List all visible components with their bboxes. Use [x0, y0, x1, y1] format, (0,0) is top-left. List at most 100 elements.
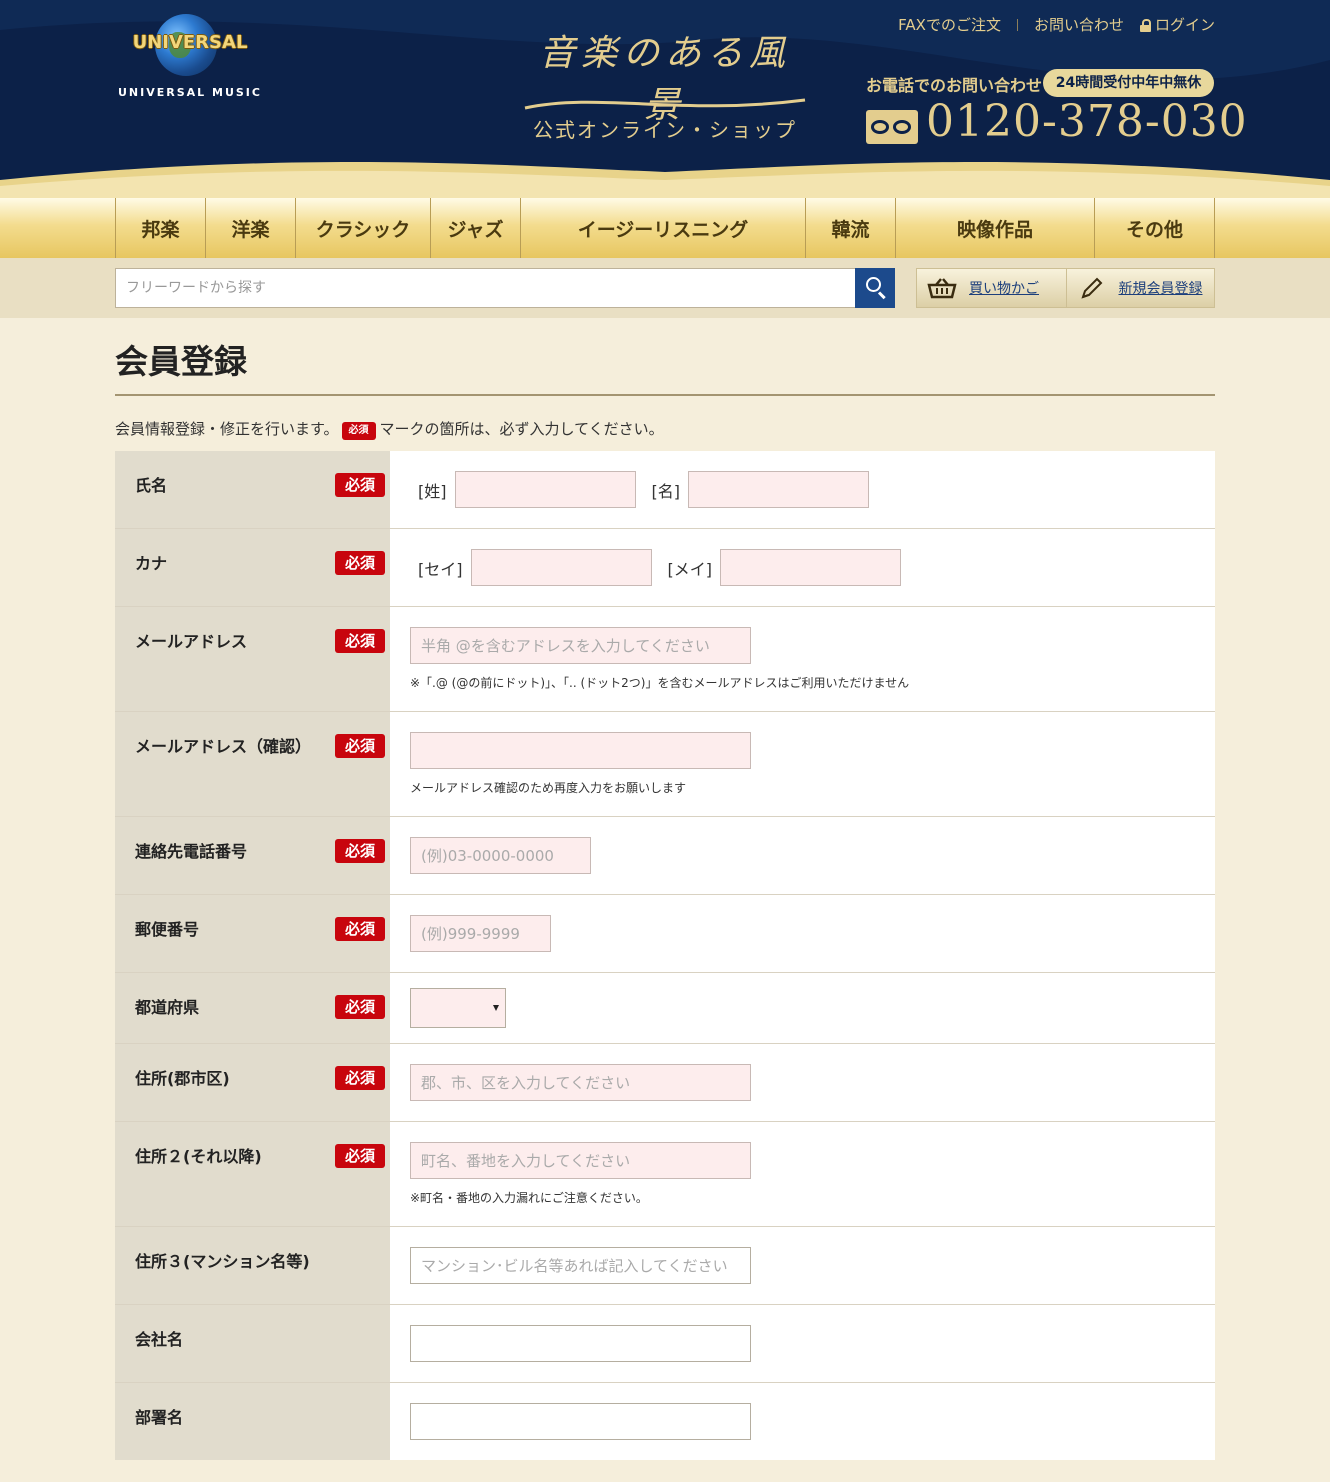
form-label: 住所(郡市区) 必須 — [115, 1044, 390, 1121]
intro-text-after: マークの箇所は、必ず入力してください。 — [379, 420, 664, 438]
required-badge: 必須 — [335, 995, 385, 1019]
company-label: 会社名 — [135, 1330, 184, 1349]
form-row-phone: 連絡先電話番号 必須 — [115, 817, 1215, 895]
form-row-address3: 住所３(マンション名等) — [115, 1227, 1215, 1305]
form-label: 住所２(それ以降) 必須 — [115, 1122, 390, 1226]
form-row-company: 会社名 — [115, 1305, 1215, 1383]
form-row-zip: 郵便番号 必須 — [115, 895, 1215, 973]
intro-text-before: 会員情報登録・修正を行います。 — [115, 420, 339, 438]
address1-label: 住所(郡市区) — [135, 1069, 230, 1088]
logo-wordmark: UNIVERSAL — [132, 32, 248, 53]
register-link[interactable]: 新規会員登録 — [1065, 269, 1215, 307]
form-field — [390, 895, 1215, 972]
form-label: 連絡先電話番号 必須 — [115, 817, 390, 894]
required-badge: 必須 — [335, 473, 385, 497]
form-row-name: 氏名 必須 [姓] [名] — [115, 451, 1215, 529]
form-field: メールアドレス確認のため再度入力をお願いします — [390, 712, 1215, 816]
phone-input[interactable] — [410, 837, 591, 874]
nav-item-classic[interactable]: クラシック — [296, 198, 431, 258]
address3-label: 住所３(マンション名等) — [135, 1252, 310, 1271]
login-label: ログイン — [1154, 16, 1215, 34]
required-badge: 必須 — [335, 1066, 385, 1090]
name-label: 氏名 — [135, 476, 168, 495]
form-label: 郵便番号 必須 — [115, 895, 390, 972]
link-divider — [1016, 18, 1018, 31]
form-label: 部署名 — [115, 1383, 390, 1460]
zip-label: 郵便番号 — [135, 920, 200, 939]
page-title: 会員登録 — [115, 342, 247, 381]
form-field — [390, 1305, 1215, 1382]
last-name-input[interactable] — [454, 471, 636, 508]
last-kana-bracket-label: [セイ] — [418, 559, 463, 579]
required-badge: 必須 — [335, 917, 385, 941]
form-row-address2: 住所２(それ以降) 必須 ※町名・番地の入力漏れにご注意ください。 — [115, 1122, 1215, 1227]
main-content: 会員登録 会員情報登録・修正を行います。 必須 マークの箇所は、必ず入力してください… — [115, 318, 1215, 1460]
intro-text: 会員情報登録・修正を行います。 必須 マークの箇所は、必ず入力してください。 — [115, 418, 1215, 448]
search-icon — [866, 277, 881, 292]
phone-label: 連絡先電話番号 — [135, 842, 248, 861]
shop-brand[interactable]: 音楽のある風景 公式オンライン・ショップ — [520, 24, 810, 154]
department-label: 部署名 — [135, 1408, 184, 1427]
search-input[interactable] — [115, 268, 856, 308]
form-field: ※町名・番地の入力漏れにご注意ください。 — [390, 1122, 1215, 1226]
form-field: ※「.@ (@の前にドット)」、「.. (ドット2つ)」を含むメールアドレスはご… — [390, 607, 1215, 711]
site-header: UNIVERSAL UNIVERSAL MUSIC 音楽のある風景 公式オンライ… — [0, 0, 1330, 200]
address3-input[interactable] — [410, 1247, 751, 1284]
phone-hours-badge: 24時間受付中年中無休 — [1043, 69, 1214, 97]
form-row-email: メールアドレス 必須 ※「.@ (@の前にドット)」、「.. (ドット2つ)」を含… — [115, 607, 1215, 712]
first-name-input[interactable] — [688, 471, 869, 508]
fax-order-link[interactable]: FAXでのご注文 — [898, 14, 1001, 35]
login-link[interactable]: ログイン — [1139, 14, 1215, 35]
company-input[interactable] — [410, 1325, 751, 1362]
email-hint: ※「.@ (@の前にドット)」、「.. (ドット2つ)」を含むメールアドレスはご… — [410, 676, 910, 690]
dropdown-arrow-icon — [493, 1005, 499, 1011]
prefecture-select[interactable] — [410, 988, 506, 1028]
nav-item-kanryu[interactable]: 韓流 — [806, 198, 896, 258]
form-row-prefecture: 都道府県 必須 — [115, 973, 1215, 1044]
form-row-email-confirm: メールアドレス（確認） 必須 メールアドレス確認のため再度入力をお願いします — [115, 712, 1215, 817]
address2-input[interactable] — [410, 1142, 751, 1179]
logo-subtext: UNIVERSAL MUSIC — [118, 86, 262, 99]
nav-item-yogaku[interactable]: 洋楽 — [206, 198, 296, 258]
nav-item-hogaku[interactable]: 邦楽 — [116, 198, 206, 258]
address2-label: 住所２(それ以降) — [135, 1147, 262, 1166]
department-input[interactable] — [410, 1403, 751, 1440]
prefecture-label: 都道府県 — [135, 998, 200, 1017]
form-row-kana: カナ 必須 [セイ] [メイ] — [115, 529, 1215, 607]
contact-link[interactable]: お問い合わせ — [1034, 14, 1124, 35]
last-kana-input[interactable] — [470, 549, 652, 586]
title-divider — [115, 394, 1215, 396]
nav-item-video[interactable]: 映像作品 — [896, 198, 1095, 258]
email-input[interactable] — [410, 627, 751, 664]
last-name-bracket-label: [姓] — [418, 481, 447, 501]
phone-number: 0120-378-030 — [926, 96, 1248, 147]
cart-link[interactable]: 買い物かご — [917, 269, 1066, 307]
top-links: FAXでのご注文 お問い合わせ ログイン — [898, 14, 1215, 35]
address2-hint: ※町名・番地の入力漏れにご注意ください。 — [410, 1191, 648, 1205]
first-kana-input[interactable] — [720, 549, 901, 586]
form-row-address1: 住所(郡市区) 必須 — [115, 1044, 1215, 1122]
nav-item-other[interactable]: その他 — [1095, 198, 1215, 258]
form-label: 会社名 — [115, 1305, 390, 1382]
form-field — [390, 973, 1215, 1043]
email-confirm-hint: メールアドレス確認のため再度入力をお願いします — [410, 781, 687, 795]
nav-item-jazz[interactable]: ジャズ — [431, 198, 521, 258]
brand-swoosh-icon — [524, 98, 806, 110]
form-field: [姓] [名] — [390, 451, 1215, 528]
required-badge: 必須 — [335, 1144, 385, 1168]
registration-form: 氏名 必須 [姓] [名] カナ 必須 [セイ] [メイ] メールアドレス 必須… — [115, 451, 1215, 1460]
form-field — [390, 1227, 1215, 1304]
universal-music-logo[interactable]: UNIVERSAL UNIVERSAL MUSIC — [115, 12, 265, 102]
basket-icon — [927, 278, 957, 299]
address1-input[interactable] — [410, 1064, 751, 1101]
category-nav: 邦楽 洋楽 クラシック ジャズ イージーリスニング 韓流 映像作品 その他 — [0, 198, 1330, 258]
form-label: カナ 必須 — [115, 529, 390, 606]
form-label: メールアドレス 必須 — [115, 607, 390, 711]
email-confirm-input[interactable] — [410, 732, 751, 769]
required-badge: 必須 — [341, 422, 376, 440]
zip-input[interactable] — [410, 915, 551, 952]
brand-subtitle: 公式オンライン・ショップ — [533, 118, 797, 142]
nav-item-easy-listening[interactable]: イージーリスニング — [521, 198, 806, 258]
search-button[interactable] — [855, 268, 895, 308]
email-confirm-label: メールアドレス（確認） — [135, 737, 312, 756]
